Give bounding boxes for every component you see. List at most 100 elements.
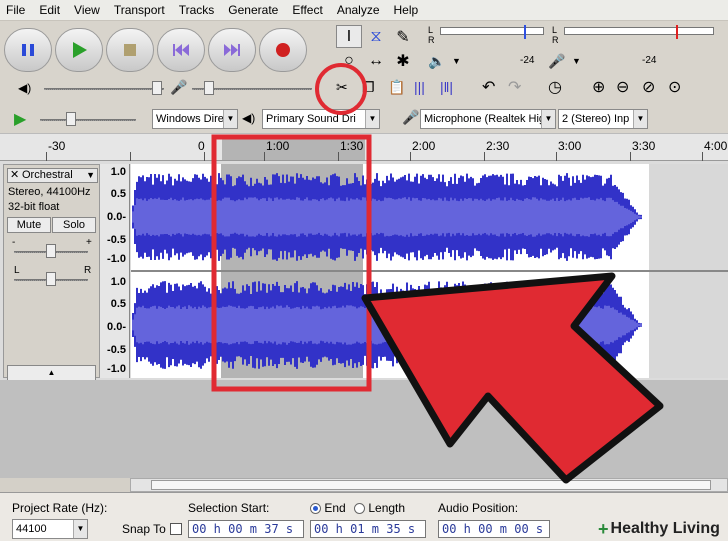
copy-icon: ❐ (362, 79, 375, 95)
dropdown-icon[interactable]: ▼ (452, 56, 461, 66)
length-radio[interactable]: Length (354, 501, 405, 515)
timeline-ruler[interactable]: -30 0 30 1:00 1:30 2:00 2:30 3:00 3:30 4… (0, 133, 728, 162)
paste-button[interactable]: 📋 (388, 79, 405, 96)
ruler-tick-label: 1:00 (266, 139, 290, 153)
menu-help[interactable]: Help (394, 3, 426, 17)
trim-button[interactable]: ||| (414, 79, 425, 95)
track-menu-dropdown-icon: ▼ (86, 170, 95, 180)
output-volume-slider[interactable] (152, 81, 162, 95)
envelope-tool[interactable]: ⧖ (363, 25, 389, 48)
scale-label: 1.0 (110, 276, 126, 288)
ruler-tick-label: 4:00 (704, 139, 728, 153)
output-volume-track (44, 88, 164, 90)
playback-device-value: Primary Sound Dri (266, 113, 356, 125)
play-at-speed-button[interactable]: ▶ (14, 109, 26, 129)
menu-edit[interactable]: Edit (39, 3, 67, 17)
zoom-icon: ○ (344, 52, 354, 69)
zoom-tool[interactable]: ○ (336, 50, 362, 73)
channels-select[interactable]: 2 (Stereo) Inp ▼ (558, 109, 648, 129)
meter-toolbar: L R L R 🔈 ▼ -24 🎤 ▼ -24 (424, 23, 728, 75)
speed-slider[interactable] (66, 112, 76, 126)
mute-button[interactable]: Mute (7, 217, 51, 233)
menu-transport[interactable]: Transport (114, 3, 172, 17)
zoom-out-icon: ⊖ (616, 79, 630, 96)
menu-file[interactable]: File (6, 3, 32, 17)
project-rate-select[interactable]: 44100 ▼ (12, 519, 88, 539)
ruler-tick-label: 3:30 (632, 139, 656, 153)
ruler-tick-label: 3:00 (558, 139, 582, 153)
undo-button[interactable]: ↶ (482, 77, 495, 97)
pan-slider[interactable] (46, 272, 56, 286)
recording-dropdown-icon: ▼ (541, 110, 555, 128)
redo-icon: ↷ (508, 79, 522, 96)
scale-label: -0.5 (107, 344, 126, 356)
sync-lock-button[interactable]: ◷ (548, 77, 562, 97)
pause-button[interactable] (4, 28, 52, 72)
gain-slider[interactable] (46, 244, 56, 258)
zoom-out-button[interactable]: ⊖ (616, 77, 629, 97)
length-label: Length (368, 501, 406, 515)
solo-button[interactable]: Solo (52, 217, 96, 233)
cut-button[interactable]: ✂ (336, 79, 348, 96)
silence-icon: |‖| (440, 79, 454, 95)
menu-analyze[interactable]: Analyze (337, 3, 387, 17)
redo-button[interactable]: ↷ (508, 77, 521, 97)
timeshift-icon: ↔ (368, 52, 384, 69)
scrollbar-thumb[interactable] (151, 480, 711, 490)
clock-icon: ◷ (548, 79, 562, 96)
multi-tool-icon: ✱ (396, 53, 410, 70)
menu-view[interactable]: View (74, 3, 107, 17)
selection-tool[interactable]: I (336, 25, 362, 48)
watermark-plus: + (598, 518, 609, 539)
record-button[interactable] (259, 28, 307, 72)
scale-label: 0.5 (110, 298, 126, 310)
menu-tracks[interactable]: Tracks (179, 3, 222, 17)
draw-tool[interactable]: ✎ (390, 25, 416, 48)
scale-label: 0.0- (107, 321, 126, 333)
close-track-icon[interactable]: ✕ (10, 169, 19, 182)
snap-to-checkbox[interactable] (170, 523, 182, 535)
fit-project-icon: ⊙ (668, 79, 682, 96)
play-button[interactable] (55, 28, 103, 72)
fit-selection-icon: ⊘ (642, 79, 656, 96)
host-select[interactable]: Windows Dire ▼ (152, 109, 238, 129)
record-meter[interactable]: L R (548, 25, 728, 51)
copy-button[interactable]: ❐ (362, 79, 375, 96)
recording-device-select[interactable]: Microphone (Realtek Hig ▼ (420, 109, 556, 129)
collapse-track-button[interactable]: ▲ (7, 365, 96, 381)
scale-label: -0.5 (107, 234, 126, 246)
empty-track-area[interactable] (0, 380, 728, 478)
record-dropdown-icon[interactable]: ▼ (572, 56, 581, 66)
multi-tool[interactable]: ✱ (390, 50, 416, 73)
horizontal-scrollbar[interactable] (130, 478, 728, 492)
end-radio[interactable]: End (310, 501, 346, 515)
play-icon (73, 42, 87, 58)
record-icon (276, 43, 290, 57)
waveform (131, 164, 728, 378)
zoom-in-button[interactable]: ⊕ (592, 77, 605, 97)
waveform-area[interactable] (131, 164, 728, 378)
silence-button[interactable]: |‖| (440, 79, 453, 95)
selection-end-time[interactable]: 00 h 01 m 35 s (310, 520, 426, 538)
audio-position-label: Audio Position: (438, 501, 519, 515)
menu-generate[interactable]: Generate (228, 3, 285, 17)
skip-to-end-button[interactable] (208, 28, 256, 72)
track-control-panel: ✕ Orchestral ▼ Stereo, 44100Hz 32-bit fl… (3, 164, 100, 381)
track-name-menu[interactable]: ✕ Orchestral ▼ (7, 168, 98, 183)
healthy-living-watermark: + Healthy Living (598, 518, 720, 540)
playback-device-select[interactable]: Primary Sound Dri ▼ (262, 109, 380, 129)
recording-mic-icon: 🎤 (402, 109, 420, 125)
selection-start-time[interactable]: 00 h 00 m 37 s (188, 520, 304, 538)
input-volume-slider[interactable] (204, 81, 214, 95)
stop-button[interactable] (106, 28, 154, 72)
scale-label: -1.0 (107, 363, 126, 375)
timeshift-tool[interactable]: ↔ (363, 50, 389, 73)
fit-selection-button[interactable]: ⊘ (642, 77, 655, 97)
zoom-in-icon: ⊕ (592, 79, 606, 96)
channels-dropdown-icon: ▼ (633, 110, 647, 128)
track-name: Orchestral (22, 169, 73, 181)
menu-effect[interactable]: Effect (292, 3, 329, 17)
skip-to-start-button[interactable] (157, 28, 205, 72)
fit-project-button[interactable]: ⊙ (668, 77, 681, 97)
audio-position-time[interactable]: 00 h 00 m 00 s (438, 520, 550, 538)
